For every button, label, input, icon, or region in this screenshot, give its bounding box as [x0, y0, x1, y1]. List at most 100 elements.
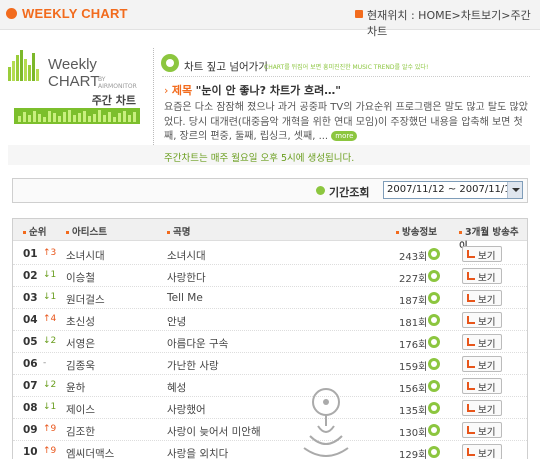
table-row: 07 ↓2 윤하 혜성 156회 보기 [13, 375, 527, 397]
col-rank: 순위 [23, 224, 46, 238]
view-label: 보기 [478, 449, 496, 459]
table-row: 08 ↓1 제이스 사랑했어 135회 보기 [13, 397, 527, 419]
artist-link[interactable]: 소녀시대 [66, 248, 105, 263]
view-label: 보기 [478, 405, 496, 416]
table-row: 01 ↑3 소녀시대 소녀시대 243회 보기 [13, 243, 527, 265]
broadcast-info-icon[interactable] [428, 292, 440, 304]
view-label: 보기 [478, 339, 496, 350]
view-label: 보기 [478, 427, 496, 438]
rank-number: 06 [23, 358, 38, 370]
breadcrumb: 현재위치 : HOME>차트보기>주간 차트 [367, 9, 531, 38]
rank-number: 01 [23, 248, 38, 260]
chart-icon [467, 316, 475, 324]
table-row: 10 ↑9 엠씨더맥스 사랑을 외치다 129회 보기 [13, 441, 527, 459]
search-bullet-icon [316, 186, 325, 195]
period-select[interactable]: 2007/11/12 ~ 2007/11/18 [383, 181, 523, 199]
period-label: 기간조회 [329, 186, 370, 199]
artist-link[interactable]: 제이스 [66, 402, 95, 417]
broadcast-info-icon[interactable] [428, 336, 440, 348]
broadcast-count: 156회 [399, 384, 428, 395]
table-header: 순위 아티스트 곡명 방송정보 3개월 방송추이 [13, 219, 527, 252]
artist-link[interactable]: 초신성 [66, 314, 95, 329]
broadcast-info-icon[interactable] [428, 402, 440, 414]
chart-icon [467, 294, 475, 302]
view-trend-button[interactable]: 보기 [462, 334, 502, 350]
broadcast-info-icon[interactable] [428, 314, 440, 326]
article-title[interactable]: "눈이 안 좋나? 차트가 흐려…" [196, 84, 341, 97]
broadcast-count: 130회 [399, 428, 428, 439]
broadcast-info-icon[interactable] [428, 380, 440, 392]
article-body: 요즘은 다소 잠잠해 졌으나 과거 공중파 TV의 가요순위 프로그램은 말도 … [164, 101, 530, 145]
broadcast-count: 243회 [399, 252, 428, 263]
song-link[interactable]: 아름다운 구속 [167, 336, 228, 351]
broadcast-info-icon[interactable] [428, 446, 440, 458]
song-link[interactable]: 혜성 [167, 380, 186, 395]
artist-link[interactable]: 김조한 [66, 424, 95, 439]
broadcast-info-icon[interactable] [428, 248, 440, 260]
view-trend-button[interactable]: 보기 [462, 422, 502, 438]
chart-icon [467, 360, 475, 368]
view-trend-button[interactable]: 보기 [462, 290, 502, 306]
view-label: 보기 [478, 251, 496, 262]
song-link[interactable]: 사랑했어 [167, 402, 206, 417]
broadcast-info-icon[interactable] [428, 424, 440, 436]
rank-number: 03 [23, 292, 38, 304]
rank-change: ↓1 [43, 292, 57, 302]
table-row: 09 ↑9 김조한 사랑이 늦어서 미안해 130회 보기 [13, 419, 527, 441]
artist-link[interactable]: 서영은 [66, 336, 95, 351]
more-button[interactable]: more [331, 131, 358, 141]
rank-number: 02 [23, 270, 38, 282]
page-title: WEEKLY CHART [22, 6, 128, 21]
artist-link[interactable]: 원더걸스 [66, 292, 105, 307]
view-trend-button[interactable]: 보기 [462, 312, 502, 328]
chart-icon [467, 426, 475, 434]
view-trend-button[interactable]: 보기 [462, 268, 502, 284]
chart-icon [467, 250, 475, 258]
view-trend-button[interactable]: 보기 [462, 400, 502, 416]
rank-number: 10 [23, 446, 38, 458]
song-link[interactable]: 가난한 사랑 [167, 358, 219, 373]
period-search-bar: 기간조회 2007/11/12 ~ 2007/11/18 [12, 178, 528, 203]
song-link[interactable]: 소녀시대 [167, 248, 206, 263]
view-label: 보기 [478, 295, 496, 306]
rank-number: 09 [23, 424, 38, 436]
view-trend-button[interactable]: 보기 [462, 378, 502, 394]
article-heading[interactable]: › 제목 "눈이 안 좋나? 차트가 흐려…" [164, 82, 341, 98]
intro-title: 차트 짚고 넘어가기 [184, 61, 268, 73]
artist-link[interactable]: 엠씨더맥스 [66, 446, 114, 459]
rank-number: 05 [23, 336, 38, 348]
table-row: 04 ↑4 초신성 안녕 181회 보기 [13, 309, 527, 331]
table-row: 05 ↓2 서영은 아름다운 구속 176회 보기 [13, 331, 527, 353]
table-row: 06- 김종욱 가난한 사랑 159회 보기 [13, 353, 527, 375]
artist-link[interactable]: 윤하 [66, 380, 85, 395]
rank-change: ↑9 [43, 446, 57, 456]
view-trend-button[interactable]: 보기 [462, 356, 502, 372]
rank-change: ↑9 [43, 424, 57, 434]
arrow-icon: › [164, 84, 169, 97]
rank-change: ↑3 [43, 248, 57, 258]
intro-divider [153, 48, 154, 145]
song-link[interactable]: 사랑한다 [167, 270, 206, 285]
song-link[interactable]: 사랑이 늦어서 미안해 [167, 424, 261, 439]
view-trend-button[interactable]: 보기 [462, 246, 502, 262]
equalizer-graphic [14, 108, 140, 124]
broadcast-count: 227회 [399, 274, 428, 285]
artist-link[interactable]: 김종욱 [66, 358, 95, 373]
song-link[interactable]: Tell Me [167, 292, 203, 304]
chart-icon [467, 272, 475, 280]
artist-link[interactable]: 이승철 [66, 270, 95, 285]
table-row: 03 ↓1 원더걸스 Tell Me 187회 보기 [13, 287, 527, 309]
view-label: 보기 [478, 383, 496, 394]
broadcast-count: 159회 [399, 362, 428, 373]
song-link[interactable]: 사랑을 외치다 [167, 446, 228, 459]
chart-icon [467, 382, 475, 390]
song-link[interactable]: 안녕 [167, 314, 186, 329]
orange-dot-icon [6, 8, 17, 19]
broadcast-info-icon[interactable] [428, 358, 440, 370]
chevron-down-icon[interactable] [507, 182, 522, 198]
view-trend-button[interactable]: 보기 [462, 444, 502, 459]
chart-icon [467, 448, 475, 456]
header-bar: WEEKLY CHART 현재위치 : HOME>차트보기>주간 차트 [0, 0, 540, 38]
broadcast-info-icon[interactable] [428, 270, 440, 282]
rank-change: ↓2 [43, 336, 57, 346]
